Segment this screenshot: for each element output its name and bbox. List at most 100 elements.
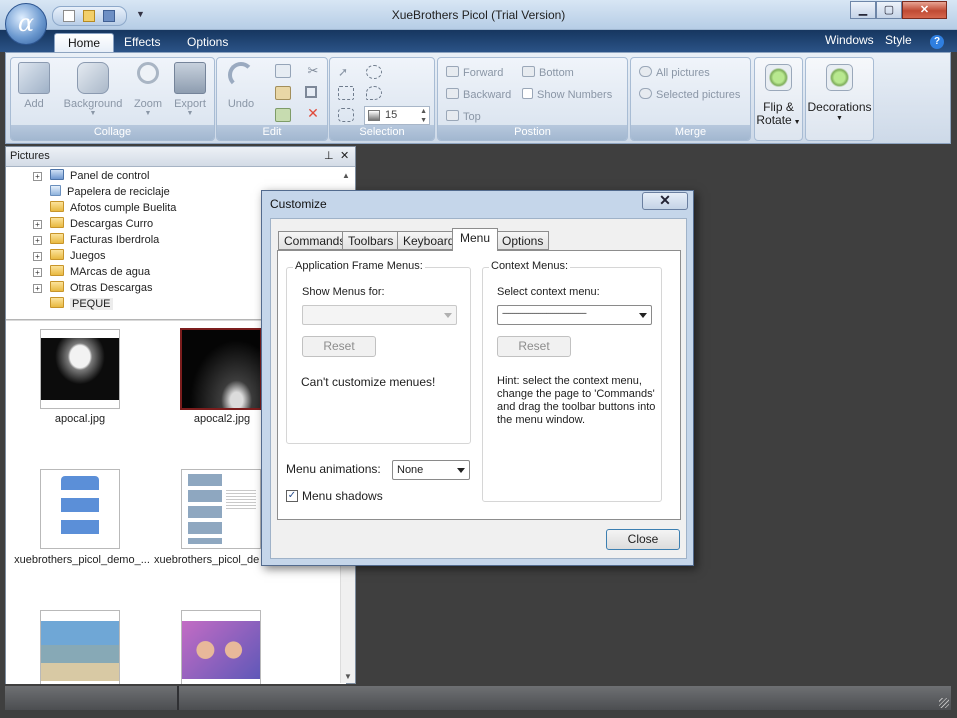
menu-animations-select[interactable]: None: [392, 460, 470, 480]
magnifier-icon: [137, 62, 159, 84]
tree-item[interactable]: + Facturas Iberdrola: [33, 232, 159, 248]
expand-icon[interactable]: +: [33, 252, 42, 261]
tab-menu[interactable]: Menu: [452, 228, 499, 251]
merge-selected-pictures-button[interactable]: Selected pictures: [639, 88, 740, 101]
tree-item[interactable]: + MArcas de agua: [33, 264, 150, 280]
close-panel-icon[interactable]: ✕: [340, 147, 349, 166]
tree-item[interactable]: + Descargas Curro: [33, 216, 153, 232]
rect-select-icon[interactable]: [338, 86, 354, 100]
tree-scroll-up-icon[interactable]: ▲: [342, 171, 350, 180]
top-button[interactable]: Top: [446, 110, 481, 123]
group-label-merge: Merge: [631, 125, 750, 140]
tab-home[interactable]: Home: [54, 33, 115, 52]
help-icon[interactable]: ?: [930, 35, 944, 49]
folder-icon: [50, 297, 64, 308]
tab-commands[interactable]: Commands: [278, 231, 352, 250]
thumbnail-apocal[interactable]: [40, 329, 120, 409]
maximize-button[interactable]: ▢: [876, 1, 902, 19]
background-button[interactable]: Background ▼: [57, 62, 129, 117]
status-bar-divider: [177, 686, 179, 710]
ellipse-select-icon[interactable]: [366, 65, 382, 79]
backward-icon: [446, 88, 459, 99]
stepper-arrows-icon[interactable]: ▲ ▼: [420, 107, 427, 125]
group-label-position: Postion: [438, 125, 627, 140]
thumbnail-apocal2[interactable]: [180, 328, 262, 410]
zoom-button[interactable]: Zoom ▼: [129, 62, 167, 117]
app-frame-reset-button[interactable]: Reset: [302, 336, 376, 357]
tree-item[interactable]: + Panel de control: [33, 168, 150, 184]
rounded-select-icon[interactable]: [338, 108, 354, 122]
export-button[interactable]: Export ▼: [169, 62, 211, 117]
dialog-close-x-button[interactable]: ✕: [642, 192, 688, 210]
folder-icon: [50, 249, 64, 260]
thumbnail-beach[interactable]: [40, 610, 120, 684]
folder-icon: [50, 201, 64, 212]
tab-toolbars[interactable]: Toolbars: [342, 231, 400, 250]
resize-grip-icon[interactable]: [939, 698, 949, 708]
thumbnail-demo-2[interactable]: [181, 469, 261, 549]
tree-item-selected[interactable]: PEQUE: [36, 296, 113, 312]
show-numbers-checkbox[interactable]: Show Numbers: [522, 88, 612, 101]
thumbnail-caption: xuebrothers_picol_de: [154, 554, 260, 566]
expand-icon[interactable]: +: [33, 268, 42, 277]
tree-item[interactable]: + Otras Descargas: [33, 280, 153, 296]
tree-item[interactable]: Papelera de reciclaje: [36, 184, 170, 200]
group-edit: Undo ✂ ✕ Edit: [216, 57, 328, 141]
bottom-button[interactable]: Bottom: [522, 66, 574, 79]
expand-icon[interactable]: +: [33, 172, 42, 181]
decorations-button[interactable]: Decorations ▼: [805, 57, 874, 141]
pointer-icon[interactable]: ➚: [338, 65, 354, 79]
thumbnail-kids[interactable]: [181, 610, 261, 684]
planet-horizon-image: [182, 330, 260, 408]
flip-rotate-button[interactable]: Flip & Rotate ▼: [754, 57, 803, 141]
context-menu-select[interactable]: ----------------------------------------…: [497, 305, 652, 325]
merge-all-pictures-button[interactable]: All pictures: [639, 66, 710, 79]
tab-options[interactable]: Options: [496, 231, 550, 250]
bottom-icon: [522, 66, 535, 77]
cut-icon[interactable]: ✂: [305, 64, 321, 78]
delete-icon[interactable]: ✕: [305, 106, 321, 120]
tab-keyboard[interactable]: Keyboard: [397, 231, 461, 250]
backward-button[interactable]: Backward: [446, 88, 511, 101]
group-label-selection: Selection: [330, 125, 434, 140]
copy-icon[interactable]: [275, 64, 291, 78]
forward-button[interactable]: Forward: [446, 66, 503, 79]
image-icon[interactable]: [275, 108, 291, 122]
add-button[interactable]: Add: [17, 62, 51, 110]
tab-options[interactable]: Options: [174, 33, 241, 52]
application-menu-button[interactable]: α: [5, 3, 47, 45]
pin-icon[interactable]: ⊥: [324, 147, 334, 166]
scroll-down-icon[interactable]: ▼: [344, 672, 352, 681]
context-reset-button[interactable]: Reset: [497, 336, 571, 357]
thumbnail-caption: apocal.jpg: [54, 413, 106, 425]
group-label-collage: Collage: [11, 125, 214, 140]
expand-icon[interactable]: +: [33, 284, 42, 293]
tab-effects[interactable]: Effects: [111, 33, 173, 52]
menu-tab-panel: Application Frame Menus: Show Menus for:…: [277, 250, 681, 520]
tree-item[interactable]: + Juegos: [33, 248, 105, 264]
style-menu[interactable]: Style: [872, 31, 925, 50]
undo-arrow-icon: [228, 62, 254, 88]
expand-icon[interactable]: +: [33, 236, 42, 245]
lasso-icon[interactable]: [366, 86, 382, 100]
crop-icon[interactable]: [305, 86, 317, 98]
undo-button[interactable]: Undo: [223, 62, 259, 110]
ribbon: Add Background ▼ Zoom ▼ Export ▼ Collage Un…: [5, 52, 951, 144]
beach-photo-image: [41, 621, 119, 681]
decorations-dropdown-icon: ▼: [836, 115, 843, 122]
moon-landscape-image: [41, 338, 119, 400]
paste-icon[interactable]: [275, 86, 291, 100]
menu-shadows-checkbox[interactable]: ✓: [286, 490, 298, 502]
close-window-button[interactable]: ✕: [902, 1, 947, 19]
application-frame-menus-legend: Application Frame Menus:: [293, 260, 425, 272]
minimize-button[interactable]: ▁: [850, 1, 876, 19]
context-menus-legend: Context Menus:: [489, 260, 571, 272]
expand-icon[interactable]: +: [33, 220, 42, 229]
show-menus-for-select[interactable]: [302, 305, 457, 325]
thumbnail-caption: xuebrothers_picol_demo_...: [14, 554, 150, 566]
feather-size-stepper[interactable]: 15 ▲ ▼: [364, 106, 430, 125]
thumbnail-demo-1[interactable]: [40, 469, 120, 549]
tree-item[interactable]: Afotos cumple Buelita: [36, 200, 176, 216]
close-button[interactable]: Close: [606, 529, 680, 550]
toolbar-icons-image: [61, 476, 99, 542]
